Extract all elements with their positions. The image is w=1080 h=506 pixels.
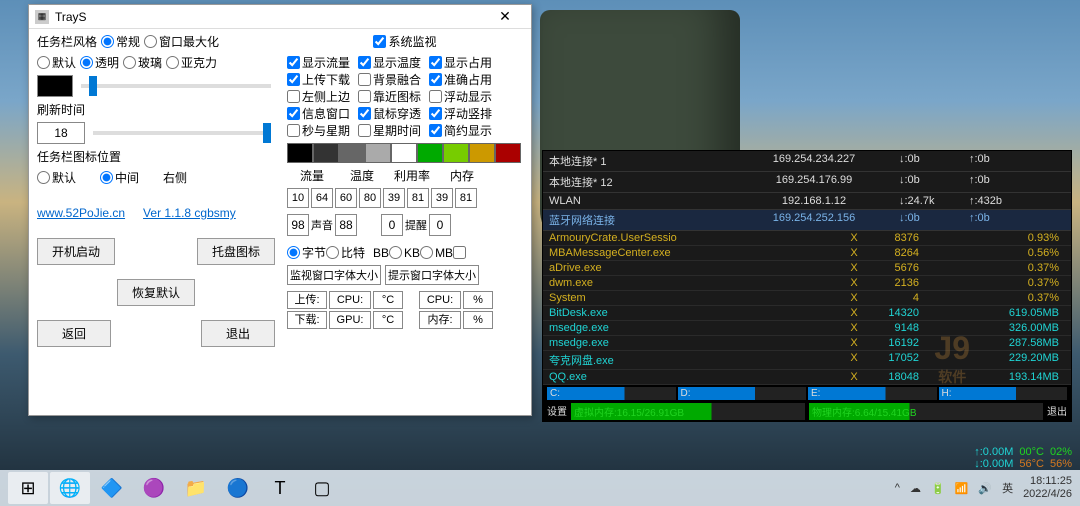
back-button[interactable]: 返回 (37, 320, 111, 347)
process-row: msedge.exeX16192287.58MB (543, 336, 1071, 351)
refresh-value[interactable]: 18 (37, 122, 85, 144)
version-link[interactable]: Ver 1.1.8 cgbsmy (143, 206, 236, 220)
check-信息窗口[interactable]: 信息窗口 (287, 105, 350, 122)
taskbar-style-group: 任务栏风格 常规 窗口最大化 (37, 33, 275, 50)
taskbar-app-6[interactable]: T (260, 472, 300, 504)
system-monitor-overlay: 本地连接* 1169.254.234.227↓:0b↑:0b本地连接* 1216… (542, 150, 1072, 422)
clock[interactable]: 18:11:252022/4/26 (1023, 475, 1072, 501)
titlebar[interactable]: ▦ TrayS ✕ (29, 5, 531, 29)
disk-bar: C: (547, 387, 676, 400)
check-浮动显示[interactable]: 浮动显示 (429, 88, 492, 105)
check-秒与星期[interactable]: 秒与星期 (287, 122, 350, 139)
transparency-group: 默认 透明 玻璃 亚克力 (37, 54, 275, 71)
check-显示温度[interactable]: 显示温度 (358, 54, 421, 71)
radio-glass[interactable]: 玻璃 (123, 54, 162, 71)
exit-button[interactable]: 退出 (201, 320, 275, 347)
disk-bar: D: (678, 387, 807, 400)
radio-default[interactable]: 默认 (37, 54, 76, 71)
radio-mb[interactable]: MB (420, 246, 453, 260)
check-鼠标穿透[interactable]: 鼠标穿透 (358, 105, 421, 122)
taskbar-app-3[interactable]: 🟣 (134, 472, 174, 504)
radio-bit[interactable]: 比特 (326, 244, 365, 261)
taskbar-app-2[interactable]: 🔷 (92, 472, 132, 504)
net-row: WLAN192.168.1.12↓:24.7k↑:432b (543, 193, 1071, 210)
radio-maximize[interactable]: 窗口最大化 (144, 33, 219, 50)
radio-transparent[interactable]: 透明 (80, 54, 119, 71)
disk-bar: E: (808, 387, 937, 400)
radio-pos-default[interactable]: 默认 (37, 169, 76, 186)
check-显示流量[interactable]: 显示流量 (287, 54, 350, 71)
volume-icon[interactable]: 🔊 (978, 482, 992, 495)
autostart-button[interactable]: 开机启动 (37, 238, 115, 265)
process-row: 夸克网盘.exeX17052229.20MB (543, 351, 1071, 370)
taskbar-app-4[interactable]: 📁 (176, 472, 216, 504)
tooltip-font-label[interactable]: 提示窗口字体大小 (385, 265, 479, 285)
process-row: QQ.exeX18048193.14MB (543, 370, 1071, 385)
refresh-label: 刷新时间 (37, 101, 275, 118)
monitor-font-label[interactable]: 监视窗口字体大小 (287, 265, 381, 285)
onedrive-icon[interactable]: ☁ (910, 482, 921, 495)
monitor-settings[interactable]: 设置 (547, 403, 567, 420)
trays-settings-window: ▦ TrayS ✕ 任务栏风格 常规 窗口最大化 默认 透明 玻璃 亚克力 刷新… (28, 4, 532, 416)
chevron-up-icon[interactable]: ^ (895, 482, 900, 494)
tray-stats: ↑:0.00M00°C02% ↓:0.00M56°C56% (974, 446, 1072, 470)
check-简约显示[interactable]: 简约显示 (429, 122, 492, 139)
opacity-slider[interactable] (81, 84, 271, 88)
color-swatches[interactable] (287, 143, 523, 163)
monitor-exit[interactable]: 退出 (1047, 403, 1067, 420)
battery-icon[interactable]: 🔋 (931, 482, 945, 495)
process-row: aDrive.exeX56760.37% (543, 261, 1071, 276)
check-左侧上边[interactable]: 左侧上边 (287, 88, 350, 105)
process-row: dwm.exeX21360.37% (543, 276, 1071, 291)
process-row: SystemX40.37% (543, 291, 1071, 306)
wifi-icon[interactable]: 📶 (955, 482, 969, 495)
radio-acrylic[interactable]: 亚克力 (166, 54, 217, 71)
system-tray[interactable]: ^ ☁ 🔋 📶 🔊 英 18:11:252022/4/26 (895, 475, 1072, 501)
close-button[interactable]: ✕ (485, 8, 525, 25)
check-靠近图标[interactable]: 靠近图标 (358, 88, 421, 105)
process-row: msedge.exeX9148326.00MB (543, 321, 1071, 336)
check-上传下载[interactable]: 上传下载 (287, 71, 350, 88)
taskbar-app-1[interactable]: 🌐 (50, 472, 90, 504)
radio-normal[interactable]: 常规 (101, 33, 140, 50)
check-extra[interactable] (453, 246, 466, 259)
process-row: ArmouryCrate.UserSessioX83760.93% (543, 231, 1071, 246)
taskbar-app-0[interactable]: ⊞ (8, 472, 48, 504)
net-row: 蓝牙网络连接169.254.252.156↓:0b↑:0b (543, 210, 1071, 231)
check-星期时间[interactable]: 星期时间 (358, 122, 421, 139)
taskbar-app-7[interactable]: ▢ (302, 472, 342, 504)
site-link[interactable]: www.52PoJie.cn (37, 206, 125, 220)
taskbar-app-5[interactable]: 🔵 (218, 472, 258, 504)
radio-pos-center[interactable]: 中间 (100, 169, 139, 186)
refresh-slider[interactable] (93, 131, 271, 135)
check-背景融合[interactable]: 背景融合 (358, 71, 421, 88)
check-准确占用[interactable]: 准确占用 (429, 71, 492, 88)
trayicon-button[interactable]: 托盘图标 (197, 238, 275, 265)
process-row: BitDesk.exeX14320619.05MB (543, 306, 1071, 321)
net-row: 本地连接* 12169.254.176.99↓:0b↑:0b (543, 172, 1071, 193)
taskbar[interactable]: ⊞🌐🔷🟣📁🔵T▢ ^ ☁ 🔋 📶 🔊 英 18:11:252022/4/26 (0, 470, 1080, 506)
app-icon: ▦ (35, 10, 49, 24)
net-row: 本地连接* 1169.254.234.227↓:0b↑:0b (543, 151, 1071, 172)
color-preview[interactable] (37, 75, 73, 97)
process-row: MBAMessageCenter.exeX82640.56% (543, 246, 1071, 261)
pos-right-label: 右侧 (163, 169, 187, 186)
window-title: TrayS (55, 10, 485, 24)
radio-kb[interactable]: KB (389, 246, 420, 260)
check-显示占用[interactable]: 显示占用 (429, 54, 492, 71)
check-sysmon[interactable]: 系统监视 (373, 33, 436, 50)
check-浮动竖排[interactable]: 浮动竖排 (429, 105, 492, 122)
disk-bar: H: (939, 387, 1068, 400)
restore-button[interactable]: 恢复默认 (117, 279, 195, 306)
ime-indicator[interactable]: 英 (1002, 480, 1013, 496)
iconpos-label: 任务栏图标位置 (37, 148, 275, 165)
radio-byte[interactable]: 字节 (287, 244, 326, 261)
